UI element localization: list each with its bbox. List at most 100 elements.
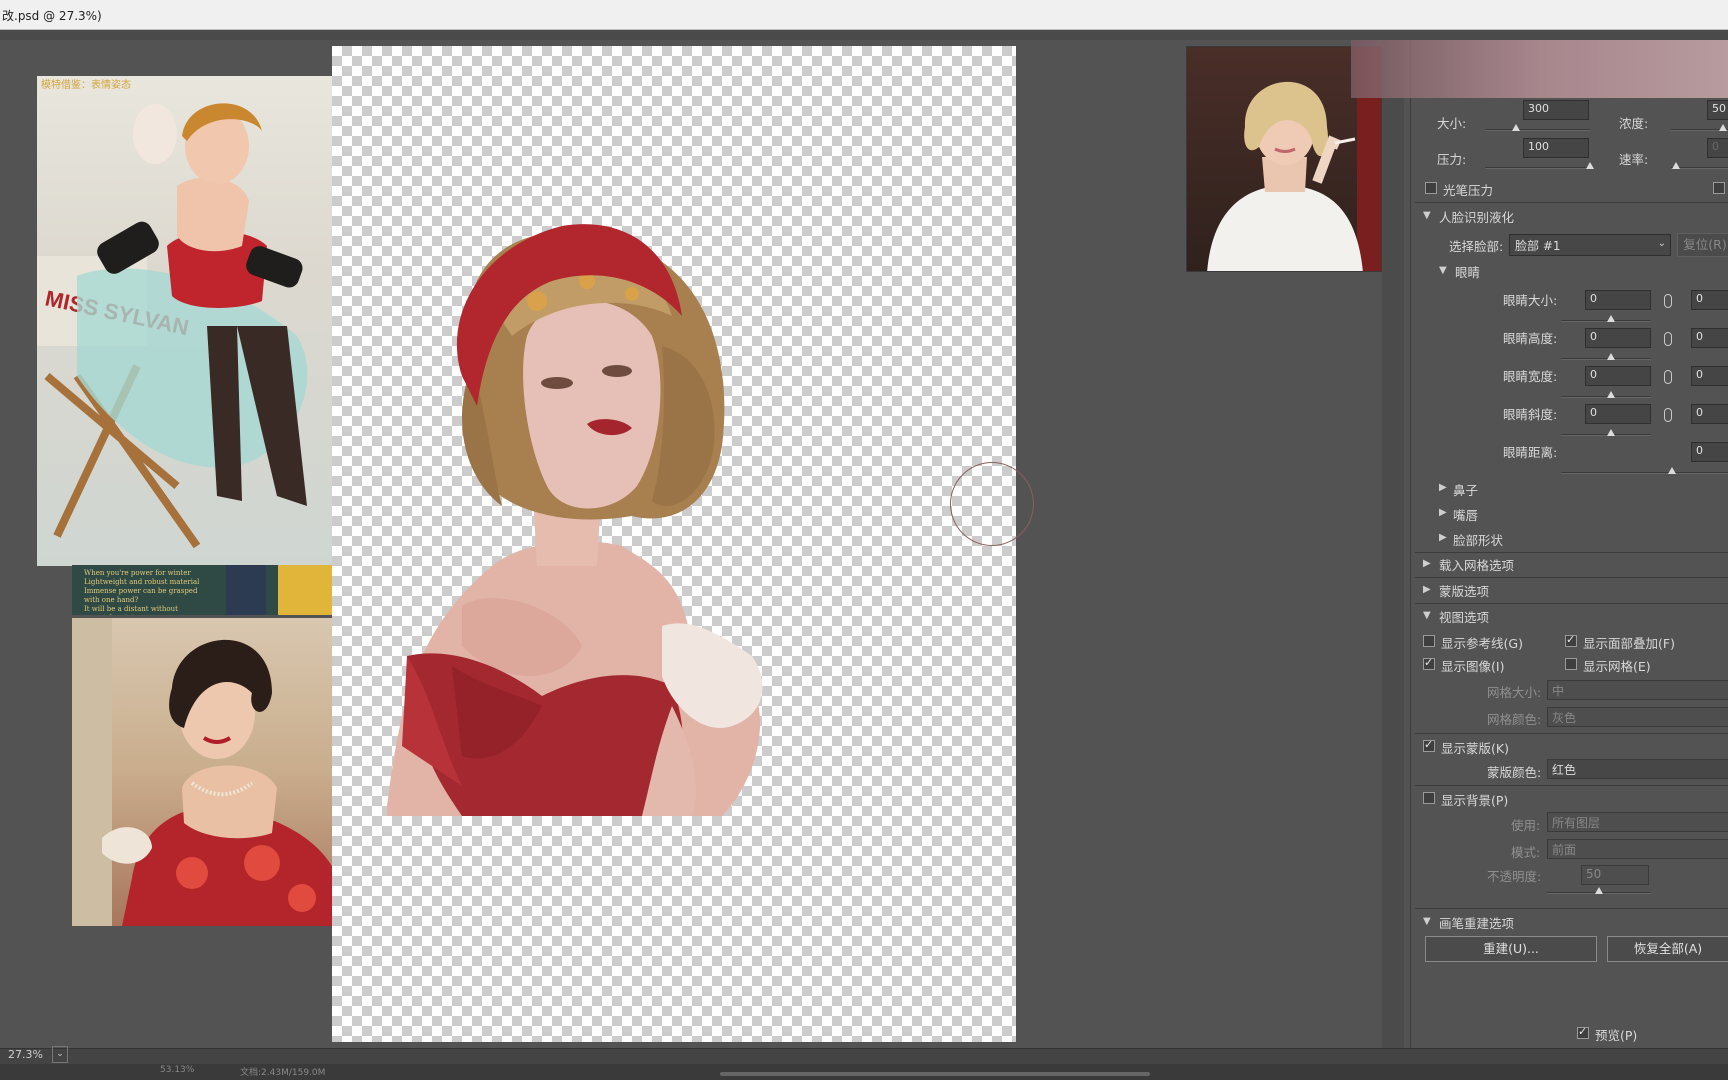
preview-checkbox[interactable] bbox=[1577, 1025, 1589, 1039]
reference-image-text-ad: When you're power for winter Lightweight… bbox=[72, 565, 348, 615]
eyes-section-header[interactable]: 眼睛 bbox=[1455, 262, 1480, 281]
reset-face-button[interactable]: 复位(R) bbox=[1677, 233, 1728, 257]
document-canvas[interactable] bbox=[332, 46, 1034, 1042]
size-label: 大小: bbox=[1437, 116, 1467, 131]
size-slider-thumb[interactable] bbox=[1512, 124, 1520, 131]
face-shape-section-header[interactable]: 脸部形状 bbox=[1453, 530, 1503, 549]
eye-size-right-input[interactable]: 0 bbox=[1691, 290, 1728, 310]
separator bbox=[1415, 733, 1728, 734]
use-layers-select[interactable]: 所有图层 bbox=[1547, 812, 1728, 832]
show-image-label: 显示图像(I) bbox=[1441, 659, 1505, 674]
eye-width-left-input[interactable]: 0 bbox=[1585, 366, 1651, 386]
mesh-color-select[interactable]: 灰色 bbox=[1547, 707, 1728, 727]
mask-color-select[interactable]: 红色 bbox=[1547, 759, 1728, 779]
pinup-illustration: MISS SYLVAN bbox=[37, 103, 308, 549]
bottom-zoom-readout: 53.13% bbox=[160, 1065, 195, 1075]
size-slider[interactable] bbox=[1485, 129, 1591, 131]
view-options-header[interactable]: 视图选项 bbox=[1439, 607, 1489, 626]
painted-portrait bbox=[387, 224, 763, 816]
density-slider-thumb[interactable] bbox=[1719, 124, 1727, 131]
top-strip bbox=[0, 30, 1728, 40]
eye-tilt-slider[interactable] bbox=[1561, 434, 1651, 436]
opacity-label: 不透明度: bbox=[1487, 869, 1542, 884]
size-input[interactable]: 300 bbox=[1523, 100, 1589, 120]
show-image-checkbox[interactable] bbox=[1423, 656, 1435, 670]
density-input[interactable]: 50 bbox=[1707, 100, 1728, 120]
eye-height-left-input[interactable]: 0 bbox=[1585, 328, 1651, 348]
zoom-dropdown-chevron-icon[interactable]: ⌄ bbox=[52, 1046, 68, 1063]
separator bbox=[1415, 908, 1728, 909]
eye-height-right-input[interactable]: 0 bbox=[1691, 328, 1728, 348]
select-face-dropdown[interactable]: 脸部 #1 ⌄ bbox=[1509, 234, 1671, 256]
eye-tilt-slider-thumb[interactable] bbox=[1607, 429, 1615, 436]
mesh-size-select[interactable]: 中 bbox=[1547, 680, 1728, 700]
eye-tilt-right-input[interactable]: 0 bbox=[1691, 404, 1728, 424]
workspace-edge bbox=[1382, 40, 1404, 1048]
show-mesh-checkbox[interactable] bbox=[1565, 658, 1577, 670]
use-label: 使用: bbox=[1511, 818, 1541, 833]
eye-tilt-left-input[interactable]: 0 bbox=[1585, 404, 1651, 424]
collapse-triangle-icon[interactable]: ▼ bbox=[1423, 610, 1431, 621]
collapse-triangle-icon[interactable]: ▼ bbox=[1439, 265, 1447, 276]
stylus-pressure-rate-checkbox[interactable] bbox=[1713, 182, 1725, 194]
expand-triangle-icon[interactable]: ▶ bbox=[1423, 584, 1431, 595]
expand-triangle-icon[interactable]: ▶ bbox=[1439, 482, 1447, 493]
opacity-slider-thumb[interactable] bbox=[1595, 887, 1603, 894]
lips-section-header[interactable]: 嘴唇 bbox=[1453, 505, 1478, 524]
reference-image-brunette bbox=[72, 618, 338, 926]
eye-width-right-input[interactable]: 0 bbox=[1691, 366, 1728, 386]
show-backdrop-label: 显示背景(P) bbox=[1441, 793, 1509, 808]
eye-distance-input[interactable]: 0 bbox=[1691, 442, 1728, 462]
nose-section-header[interactable]: 鼻子 bbox=[1453, 480, 1478, 499]
show-mask-checkbox[interactable] bbox=[1423, 738, 1435, 752]
pressure-label: 压力: bbox=[1437, 152, 1467, 167]
mask-options-header[interactable]: 蒙版选项 bbox=[1439, 581, 1489, 600]
zoom-level[interactable]: 27.3% bbox=[0, 1045, 50, 1065]
reference-image-pinup: 模特借鉴：表情姿态 MISS SYLVAN bbox=[37, 76, 342, 566]
horizontal-scrollbar[interactable] bbox=[720, 1072, 1150, 1076]
rate-slider-thumb[interactable] bbox=[1672, 162, 1680, 169]
link-icon[interactable] bbox=[1664, 332, 1672, 346]
brush-reconstruct-header[interactable]: 画笔重建选项 bbox=[1439, 913, 1514, 932]
eye-distance-slider[interactable] bbox=[1561, 472, 1728, 474]
status-bar bbox=[0, 1048, 1728, 1064]
eye-size-slider[interactable] bbox=[1561, 320, 1651, 322]
eye-height-slider[interactable] bbox=[1561, 358, 1651, 360]
rate-input[interactable]: 0 bbox=[1707, 138, 1728, 158]
reference-ad-text: When you're power for winter Lightweight… bbox=[84, 569, 200, 615]
restore-all-button[interactable]: 恢复全部(A) bbox=[1607, 936, 1728, 962]
eye-distance-slider-thumb[interactable] bbox=[1668, 467, 1676, 474]
eye-height-slider-thumb[interactable] bbox=[1607, 353, 1615, 360]
expand-triangle-icon[interactable]: ▶ bbox=[1423, 558, 1431, 569]
mode-select[interactable]: 前面 bbox=[1547, 839, 1728, 859]
show-backdrop-checkbox[interactable] bbox=[1423, 792, 1435, 804]
link-icon[interactable] bbox=[1664, 408, 1672, 422]
show-guides-checkbox[interactable] bbox=[1423, 635, 1435, 647]
pressure-slider-thumb[interactable] bbox=[1586, 162, 1594, 169]
collapse-triangle-icon[interactable]: ▼ bbox=[1423, 916, 1431, 927]
separator bbox=[1415, 785, 1728, 786]
eye-size-left-input[interactable]: 0 bbox=[1585, 290, 1651, 310]
face-liquify-header[interactable]: 人脸识别液化 bbox=[1439, 207, 1514, 226]
link-icon[interactable] bbox=[1664, 294, 1672, 308]
stylus-pressure-checkbox[interactable] bbox=[1425, 182, 1437, 194]
show-guides-label: 显示参考线(G) bbox=[1441, 636, 1523, 651]
eye-distance-label: 眼睛距离: bbox=[1503, 445, 1558, 460]
show-face-overlay-checkbox[interactable] bbox=[1565, 633, 1577, 647]
mode-label: 模式: bbox=[1511, 845, 1541, 860]
pressure-input[interactable]: 100 bbox=[1523, 138, 1589, 158]
eye-width-slider[interactable] bbox=[1561, 396, 1651, 398]
collapse-triangle-icon[interactable]: ▼ bbox=[1423, 210, 1431, 221]
eye-width-slider-thumb[interactable] bbox=[1607, 391, 1615, 398]
link-icon[interactable] bbox=[1664, 370, 1672, 384]
show-face-overlay-label: 显示面部叠加(F) bbox=[1583, 636, 1675, 651]
reconstruct-button[interactable]: 重建(U)... bbox=[1425, 936, 1597, 962]
eye-size-slider-thumb[interactable] bbox=[1607, 315, 1615, 322]
expand-triangle-icon[interactable]: ▶ bbox=[1439, 507, 1447, 518]
expand-triangle-icon[interactable]: ▶ bbox=[1439, 532, 1447, 543]
eye-tilt-label: 眼睛斜度: bbox=[1503, 407, 1558, 422]
load-mesh-header[interactable]: 载入网格选项 bbox=[1439, 555, 1514, 574]
pressure-slider[interactable] bbox=[1485, 167, 1591, 169]
opacity-input[interactable]: 50 bbox=[1581, 865, 1649, 885]
mask-color-label: 蒙版颜色: bbox=[1487, 765, 1542, 780]
